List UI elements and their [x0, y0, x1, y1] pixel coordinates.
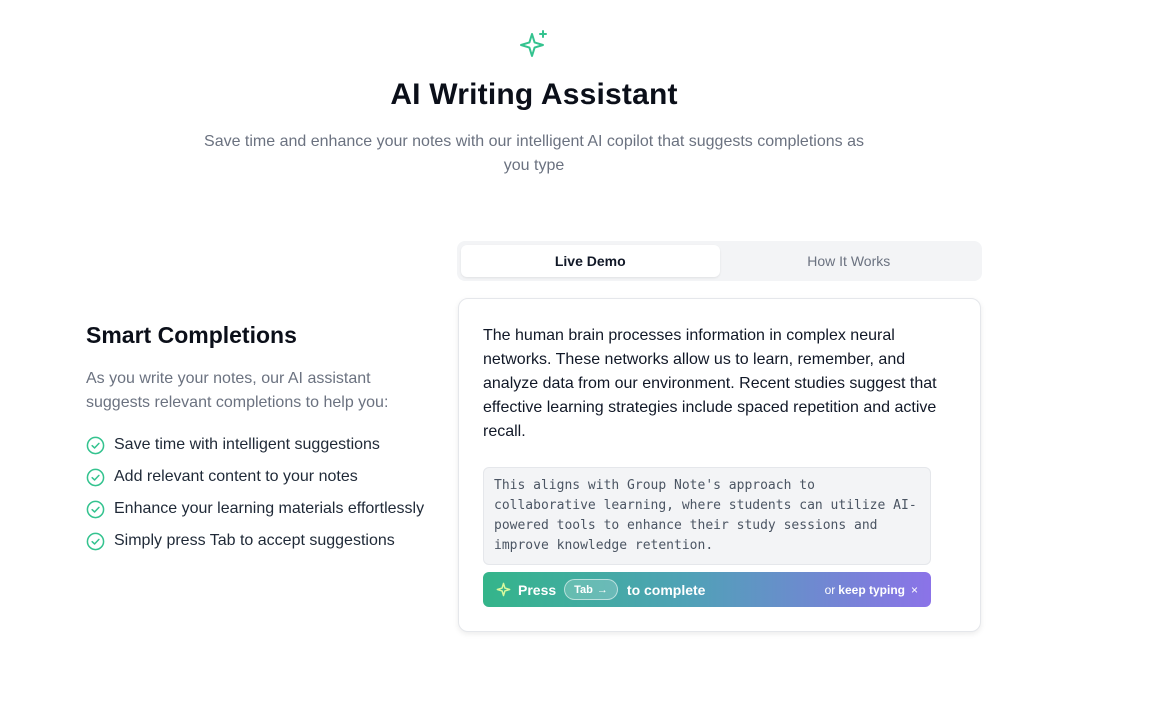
press-label: Press: [518, 581, 557, 598]
close-icon[interactable]: ×: [911, 583, 918, 597]
arrow-right-icon: →: [596, 583, 608, 596]
ai-suggestion-box: This aligns with Group Note's approach t…: [483, 467, 931, 565]
tab-live-demo[interactable]: Live Demo: [461, 245, 720, 277]
features-section: Smart Completions As you write your note…: [86, 322, 436, 557]
check-circle-icon: [86, 468, 105, 486]
demo-tabs: Live Demo How It Works: [457, 241, 982, 281]
demo-note-text[interactable]: The human brain processes information in…: [483, 324, 953, 444]
list-item-label: Enhance your learning materials effortle…: [114, 500, 425, 517]
features-description: As you write your notes, our AI assistan…: [86, 370, 389, 411]
list-item: Add relevant content to your notes: [86, 461, 436, 493]
or-label: or: [824, 582, 836, 597]
check-circle-icon: [86, 500, 105, 518]
list-item: Enhance your learning materials effortle…: [86, 493, 436, 525]
list-item: Save time with intelligent suggestions: [86, 429, 436, 461]
tab-how-it-works[interactable]: How It Works: [720, 245, 979, 277]
check-circle-icon: [86, 436, 105, 454]
sparkle-icon: [496, 582, 511, 597]
tab-key-badge[interactable]: Tab →: [564, 579, 618, 600]
page-subtitle: Save time and enhance your notes with ou…: [204, 133, 864, 174]
list-item: Simply press Tab to accept suggestions: [86, 525, 436, 557]
page: AI Writing Assistant Save time and enhan…: [0, 0, 1154, 707]
completion-prompt-bar[interactable]: Press Tab → to complete or keep typing ×: [483, 572, 931, 607]
check-circle-icon: [86, 532, 105, 550]
list-item-label: Save time with intelligent suggestions: [114, 436, 380, 453]
keep-typing-hint: or keep typing ×: [825, 583, 918, 597]
complete-label: to complete: [626, 581, 706, 598]
list-item-label: Add relevant content to your notes: [114, 468, 358, 485]
features-list: Save time with intelligent suggestions A…: [86, 429, 436, 557]
list-item-label: Simply press Tab to accept suggestions: [114, 532, 395, 549]
keep-typing-label: keep typing: [838, 582, 905, 597]
features-heading: Smart Completions: [86, 322, 297, 348]
sparkles-icon: [520, 30, 547, 57]
tab-key-label: Tab: [574, 583, 593, 596]
demo-card: The human brain processes information in…: [458, 298, 981, 632]
page-title: AI Writing Assistant: [390, 78, 678, 111]
